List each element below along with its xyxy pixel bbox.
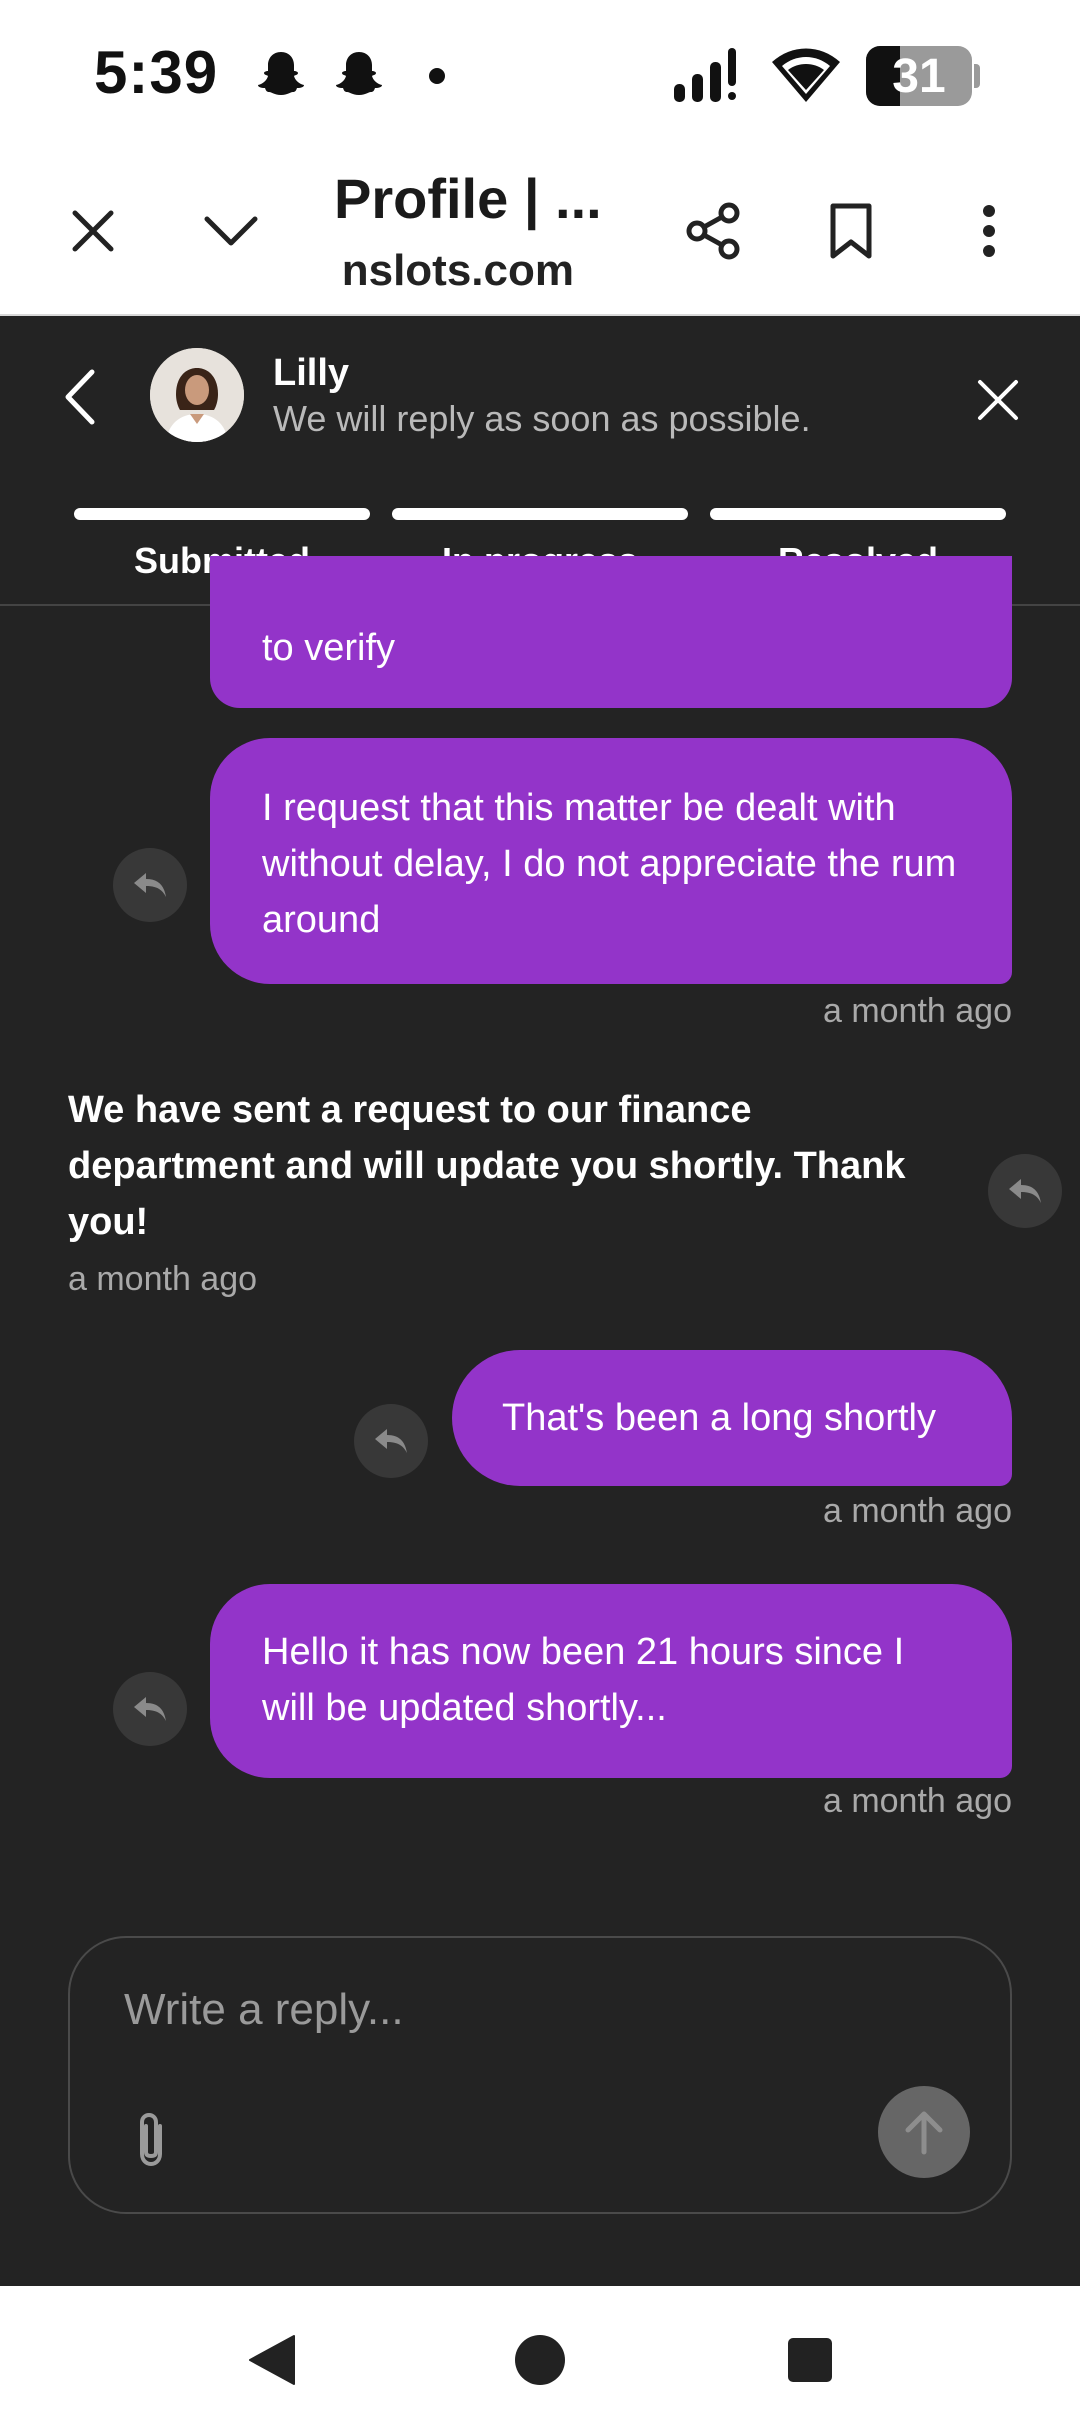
- back-chevron-icon[interactable]: [50, 362, 110, 432]
- nav-recents-icon[interactable]: [780, 2330, 840, 2390]
- message-text: Hello it has now been 21 hours since I w…: [262, 1631, 905, 1729]
- share-icon[interactable]: [678, 196, 748, 266]
- avatar: [150, 348, 244, 442]
- notification-dot: [429, 68, 445, 84]
- snapchat-icon: [258, 52, 304, 95]
- signal-icon: [674, 48, 736, 102]
- nav-back-icon[interactable]: [244, 2330, 304, 2390]
- chevron-down-icon[interactable]: [196, 196, 266, 266]
- message-text: to verify: [262, 627, 396, 669]
- message-timestamp: a month ago: [822, 1782, 1012, 1820]
- bookmark-icon[interactable]: [816, 196, 886, 266]
- send-button[interactable]: [878, 2086, 970, 2178]
- paperclip-icon[interactable]: [126, 2108, 176, 2172]
- battery-icon: 31: [866, 46, 980, 106]
- battery-level: 31: [892, 50, 946, 103]
- close-icon[interactable]: [968, 370, 1028, 430]
- message-text: I request that this matter be dealt with…: [262, 787, 957, 941]
- message-timestamp: a month ago: [822, 992, 1012, 1030]
- status-bar: 5:39 31: [0, 0, 1080, 150]
- chat-header: Lilly We will reply as soon as possible.: [0, 316, 1080, 476]
- close-icon[interactable]: [58, 196, 128, 266]
- message-timestamp: a month ago: [822, 1492, 1012, 1530]
- wifi-icon: [772, 48, 840, 102]
- user-message-bubble[interactable]: That's been a long shortly: [452, 1350, 1012, 1486]
- agent-name: Lilly: [273, 352, 350, 394]
- system-nav-bar: [0, 2286, 1080, 2424]
- page-url[interactable]: nslots.com: [334, 246, 574, 296]
- more-vert-icon[interactable]: [954, 196, 1024, 266]
- reply-icon[interactable]: [113, 848, 187, 922]
- reply-input[interactable]: [122, 1974, 946, 2046]
- nav-home-icon[interactable]: [510, 2330, 570, 2390]
- user-message-bubble[interactable]: to verify: [210, 556, 1012, 708]
- reply-icon[interactable]: [988, 1154, 1062, 1228]
- status-time: 5:39: [94, 39, 219, 106]
- message-timestamp: a month ago: [68, 1260, 258, 1298]
- agent-subtitle: We will reply as soon as possible.: [273, 398, 811, 439]
- agent-message: We have sent a request to our finance de…: [68, 1089, 906, 1243]
- reply-icon[interactable]: [354, 1404, 428, 1478]
- snapchat-icon: [336, 52, 382, 95]
- support-chat: Lilly We will reply as soon as possible.…: [0, 316, 1080, 2286]
- reply-icon[interactable]: [113, 1672, 187, 1746]
- reply-composer: [68, 1936, 1012, 2214]
- user-message-bubble[interactable]: I request that this matter be dealt with…: [210, 738, 1012, 984]
- send-arrow-icon: [905, 2111, 943, 2155]
- page-title[interactable]: Profile | ...: [334, 166, 602, 231]
- user-message-bubble[interactable]: Hello it has now been 21 hours since I w…: [210, 1584, 1012, 1778]
- message-text: That's been a long shortly: [502, 1397, 936, 1439]
